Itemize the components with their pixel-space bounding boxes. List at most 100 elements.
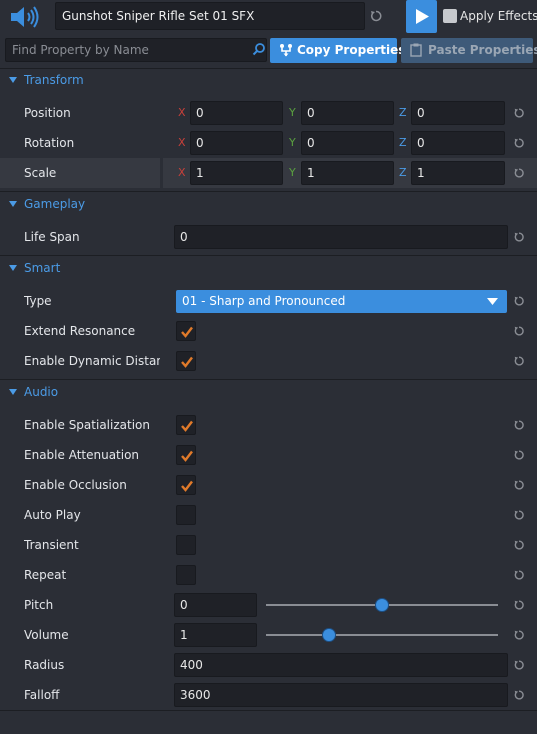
scale-y-field[interactable]: 1 <box>301 161 394 185</box>
section-title: Smart <box>24 261 61 275</box>
type-row: Type 01 - Sharp and Pronounced <box>0 286 537 316</box>
enable-attenuation-checkbox[interactable] <box>176 445 196 465</box>
play-button[interactable] <box>406 0 437 33</box>
pitch-field[interactable]: 0 <box>174 593 257 617</box>
section-title: Audio <box>24 385 59 399</box>
axis-x-label: X <box>178 166 186 179</box>
enable-spatialization-checkbox[interactable] <box>176 415 196 435</box>
property-label: Position <box>24 106 71 120</box>
auto-play-checkbox[interactable] <box>176 505 196 525</box>
type-dropdown[interactable]: 01 - Sharp and Pronounced <box>176 290 507 313</box>
volume-slider-track[interactable] <box>266 634 498 636</box>
property-label: Transient <box>24 538 79 552</box>
rotation-z-field[interactable]: 0 <box>411 131 505 155</box>
reset-icon[interactable] <box>513 569 525 581</box>
divider <box>0 379 537 380</box>
chevron-down-icon <box>9 265 17 271</box>
search-input[interactable]: Find Property by Name <box>5 38 267 62</box>
panel-footer <box>0 710 537 734</box>
falloff-row: Falloff 3600 <box>0 680 537 710</box>
section-gameplay-header[interactable]: Gameplay <box>0 193 537 215</box>
reset-icon[interactable] <box>369 9 383 23</box>
rotation-x-field[interactable]: 0 <box>190 131 283 155</box>
property-label: Volume <box>24 628 69 642</box>
reset-icon[interactable] <box>513 449 525 461</box>
repeat-checkbox[interactable] <box>176 565 196 585</box>
transient-checkbox[interactable] <box>176 535 196 555</box>
type-dropdown-value: 01 - Sharp and Pronounced <box>182 294 346 308</box>
extend-resonance-row: Extend Resonance <box>0 316 537 346</box>
checkmark-icon <box>181 420 193 432</box>
reset-icon[interactable] <box>513 167 525 179</box>
reset-icon[interactable] <box>513 689 525 701</box>
divider <box>0 191 537 192</box>
apply-effects-label: Apply Effects <box>460 9 537 23</box>
property-label: Enable Spatialization <box>24 418 150 432</box>
falloff-field[interactable]: 3600 <box>174 683 508 707</box>
volume-row: Volume 1 <box>0 620 537 650</box>
reset-icon[interactable] <box>513 659 525 671</box>
enable-spatialization-row: Enable Spatialization <box>0 410 537 440</box>
axis-y-label: Y <box>289 136 296 149</box>
reset-icon[interactable] <box>513 137 525 149</box>
life-span-row: Life Span 0 <box>0 222 537 252</box>
axis-z-label: Z <box>399 106 407 119</box>
label-splitter[interactable] <box>160 158 163 188</box>
reset-icon[interactable] <box>513 107 525 119</box>
chevron-down-icon <box>9 389 17 395</box>
radius-field[interactable]: 400 <box>174 653 508 677</box>
section-transform-header[interactable]: Transform <box>0 69 537 91</box>
enable-occlusion-checkbox[interactable] <box>176 475 196 495</box>
section-title: Gameplay <box>24 197 86 211</box>
search-icon[interactable] <box>252 42 266 56</box>
checkmark-icon <box>181 326 193 338</box>
section-title: Transform <box>24 73 84 87</box>
section-audio-header[interactable]: Audio <box>0 381 537 403</box>
axis-x-label: X <box>178 136 186 149</box>
reset-icon[interactable] <box>513 509 525 521</box>
reset-icon[interactable] <box>513 295 525 307</box>
copy-icon <box>280 44 292 57</box>
axis-z-label: Z <box>399 166 407 179</box>
section-smart-header[interactable]: Smart <box>0 257 537 279</box>
reset-icon[interactable] <box>513 419 525 431</box>
reset-icon[interactable] <box>513 231 525 243</box>
enable-dynamic-distance-checkbox[interactable] <box>176 351 196 371</box>
apply-effects-checkbox[interactable] <box>443 9 457 23</box>
volume-field[interactable]: 1 <box>174 623 257 647</box>
axis-z-label: Z <box>399 136 407 149</box>
header: Gunshot Sniper Rifle Set 01 SFX Apply Ef… <box>0 0 537 34</box>
axis-y-label: Y <box>289 106 296 119</box>
rotation-y-field[interactable]: 0 <box>301 131 394 155</box>
radius-row: Radius 400 <box>0 650 537 680</box>
reset-icon[interactable] <box>513 355 525 367</box>
property-label: Pitch <box>24 598 54 612</box>
property-label: Enable Dynamic Distan <box>24 354 160 368</box>
chevron-down-icon <box>9 77 17 83</box>
pitch-slider-handle[interactable] <box>375 598 389 612</box>
divider <box>0 255 537 256</box>
asset-name-field[interactable]: Gunshot Sniper Rifle Set 01 SFX <box>55 2 365 30</box>
reset-icon[interactable] <box>513 539 525 551</box>
enable-occlusion-row: Enable Occlusion <box>0 470 537 500</box>
enable-attenuation-row: Enable Attenuation <box>0 440 537 470</box>
reset-icon[interactable] <box>513 599 525 611</box>
volume-slider-handle[interactable] <box>321 628 336 642</box>
position-x-field[interactable]: 0 <box>190 101 283 125</box>
property-label: Extend Resonance <box>24 324 136 338</box>
position-z-field[interactable]: 0 <box>411 101 505 125</box>
axis-y-label: Y <box>289 166 296 179</box>
extend-resonance-checkbox[interactable] <box>176 321 196 341</box>
scale-x-field[interactable]: 1 <box>190 161 283 185</box>
life-span-field[interactable]: 0 <box>174 225 508 249</box>
property-label: Rotation <box>24 136 75 150</box>
scale-z-field[interactable]: 1 <box>411 161 505 185</box>
reset-icon[interactable] <box>513 479 525 491</box>
position-y-field[interactable]: 0 <box>301 101 394 125</box>
reset-icon[interactable] <box>513 629 525 641</box>
rotation-row: Rotation X 0 Y 0 Z 0 <box>0 128 537 158</box>
properties-panel: Gunshot Sniper Rifle Set 01 SFX Apply Ef… <box>0 0 537 734</box>
checkmark-icon <box>181 356 193 368</box>
property-label: Enable Occlusion <box>24 478 127 492</box>
reset-icon[interactable] <box>513 325 525 337</box>
